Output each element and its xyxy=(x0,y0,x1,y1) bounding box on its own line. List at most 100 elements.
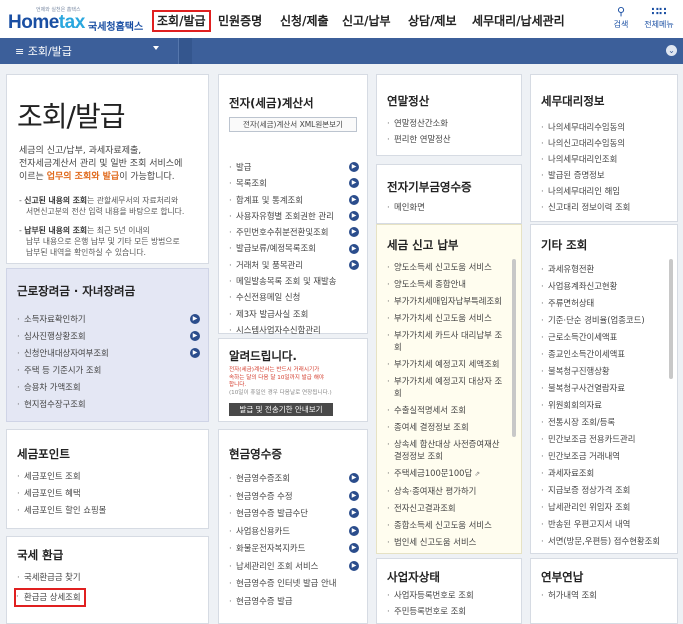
list-item[interactable]: 현금영수증 수정 xyxy=(229,488,336,506)
list-item[interactable]: 주민번호수취분전환및조회 xyxy=(229,224,336,241)
arrow-right-icon[interactable]: ▶ xyxy=(349,490,359,501)
nav-item-3[interactable]: 신고/납부 xyxy=(342,10,391,32)
xml-view-button[interactable]: 전자(세금)계산서 XML원본보기 xyxy=(229,117,357,132)
scrollbar[interactable] xyxy=(669,259,673,379)
list-item[interactable]: 허가내역 조회 xyxy=(541,587,597,603)
list-item[interactable]: 상속세 합산대상 사전증여재산 결정정보 조회 xyxy=(387,438,507,462)
list-item[interactable]: 위원회회의자료 xyxy=(541,397,660,414)
arrow-right-icon[interactable]: ▶ xyxy=(349,243,359,254)
all-menu-button[interactable]: ∷∷ 전체메뉴 xyxy=(639,5,679,30)
list-item[interactable]: 제3자 발급사실 조회 xyxy=(229,306,336,323)
list-item[interactable]: 소득자료확인하기 xyxy=(17,311,109,328)
list-item[interactable]: 나의세무대리인조회 xyxy=(541,151,630,167)
list-item[interactable]: 메인화면 xyxy=(387,199,425,215)
list-item[interactable]: 편리한 연말정산 xyxy=(387,131,451,147)
list-item[interactable]: 불복청구진행상황 xyxy=(541,363,660,380)
list-item[interactable]: 나의세무대리인 해임 xyxy=(541,183,630,199)
list-item[interactable]: 현금영수증 발급 xyxy=(229,593,336,611)
list-item[interactable]: 메일발송목록 조회 및 재발송 xyxy=(229,273,336,290)
list-item[interactable]: 현금영수증조회 xyxy=(229,470,336,488)
collapse-icon[interactable]: ⌄ xyxy=(666,45,677,56)
list-item[interactable]: 부가가치세매입자납부특례조회 xyxy=(387,295,507,307)
arrow-right-icon[interactable]: ▶ xyxy=(349,543,359,553)
arrow-right-icon[interactable]: ▶ xyxy=(349,560,359,571)
list-item[interactable]: 양도소득세 신고도움 서비스 xyxy=(387,261,507,273)
list-item[interactable]: 불복청구사건열람자료 xyxy=(541,380,660,397)
list-item[interactable]: 세금포인트 할인 쇼핑몰 xyxy=(17,502,106,519)
list-item[interactable]: 종여세 결정정보 조회 xyxy=(387,421,507,433)
nav-item-4[interactable]: 상담/제보 xyxy=(408,10,457,32)
list-item[interactable]: 부가가치세 예정고지 대상자 조회 xyxy=(387,375,507,399)
list-item[interactable]: 합계표 및 통계조회 xyxy=(229,192,336,209)
list-item[interactable]: 세금포인트 혜택 xyxy=(17,485,106,502)
list-item[interactable]: 민간보조금 전용카드관리 xyxy=(541,431,660,448)
list-item[interactable]: 부가가치세 신고도움 서비스 xyxy=(387,312,507,324)
list-item[interactable]: 서면(방문,우편등) 접수현황조회 xyxy=(541,533,660,550)
arrow-right-icon[interactable]: ▶ xyxy=(349,162,359,172)
list-item[interactable]: 부가가치세 카드사 대리납부 조회 xyxy=(387,329,507,353)
list-item[interactable]: 법인세 중간예납 신고도움 서비스 xyxy=(387,553,507,554)
list-item[interactable]: 양도소득세 종합안내 xyxy=(387,278,507,290)
list-item[interactable]: 주택세금100문100답⇗ xyxy=(387,467,507,480)
list-item[interactable]: 납세관리인 위임자 조회 xyxy=(541,499,660,516)
list-item[interactable]: 반송된 우편고지서 내역 xyxy=(541,516,660,533)
list-item[interactable]: 과세유형전환 xyxy=(541,261,660,278)
chevron-down-icon[interactable] xyxy=(153,46,159,50)
list-item[interactable]: 민간보조금 거래내역 xyxy=(541,448,660,465)
list-item[interactable]: 나의신고대리수임동의 xyxy=(541,135,630,151)
list-item[interactable]: 승용차 가액조회 xyxy=(17,379,109,396)
list-item[interactable]: 상속·종여재산 평가하기 xyxy=(387,485,507,497)
list-item[interactable]: 수출실적명세서 조회 xyxy=(387,404,507,416)
list-item[interactable]: 사업용계좌신고현황 xyxy=(541,278,660,295)
list-item[interactable]: 화물운전자복지카드 xyxy=(229,540,336,558)
list-item[interactable]: 환급금 상세조회 xyxy=(14,588,86,607)
scrollbar[interactable] xyxy=(512,259,516,437)
list-item[interactable]: 주민등록번호로 조회 xyxy=(387,603,474,619)
list-item[interactable]: 지급보증 정상가격 조회 xyxy=(541,482,660,499)
list-item[interactable]: 사업자등록번호로 조회 xyxy=(387,587,474,603)
list-item[interactable]: 주택 등 기준시가 조회 xyxy=(17,362,109,379)
list-item[interactable]: 연말정산간소화 xyxy=(387,115,451,131)
nav-item-1[interactable]: 민원증명 xyxy=(218,10,262,32)
list-item[interactable]: 심사진행상황조회 xyxy=(17,328,109,345)
list-item[interactable]: 현금영수증 발급수단 xyxy=(229,505,336,523)
list-item[interactable]: 사용자유형별 조회권한 관리 xyxy=(229,208,336,225)
list-item[interactable]: 사업용신용카드 xyxy=(229,523,336,541)
search-button[interactable]: ⚲ 검색 xyxy=(609,5,633,30)
list-item[interactable]: 기준·단순 경비율(업종코드) xyxy=(541,312,660,329)
arrow-right-icon[interactable]: ▶ xyxy=(190,331,200,341)
list-item[interactable]: 신청안내대상자여부조회 xyxy=(17,345,109,362)
list-item[interactable]: 종합소득세 신고도움 서비스 xyxy=(387,519,507,531)
arrow-right-icon[interactable]: ▶ xyxy=(349,525,359,536)
list-item[interactable]: 전자신고결과조회 xyxy=(387,502,507,514)
arrow-right-icon[interactable]: ▶ xyxy=(349,178,359,189)
list-item[interactable]: 근로소득간이세액표 xyxy=(541,329,660,346)
list-item[interactable]: 법인세 신고도움 서비스 xyxy=(387,536,507,548)
list-item[interactable]: 발급된 증명정보 xyxy=(541,167,630,183)
arrow-right-icon[interactable]: ▶ xyxy=(349,473,359,483)
list-item[interactable]: 부가가치세 예정고지 세액조회 xyxy=(387,358,507,370)
arrow-right-icon[interactable]: ▶ xyxy=(349,508,359,518)
list-item[interactable]: 거래처 및 품목관리 xyxy=(229,257,336,274)
menu-bar-title[interactable]: ≡ 조회/발급 xyxy=(15,43,72,59)
arrow-right-icon[interactable]: ▶ xyxy=(190,348,200,358)
list-item[interactable]: 발급보류/예정목록조회 xyxy=(229,240,336,257)
list-item[interactable]: 세금포인트 조회 xyxy=(17,468,106,485)
list-item[interactable]: 현지점수장구조회 xyxy=(17,396,109,413)
nav-item-0[interactable]: 조회/발급 xyxy=(152,10,211,32)
list-item[interactable]: 과세자료조회 xyxy=(541,465,660,482)
nav-item-2[interactable]: 신청/제출 xyxy=(280,10,329,32)
arrow-right-icon[interactable]: ▶ xyxy=(349,259,359,270)
list-item[interactable]: 나의세무대리수임동의 xyxy=(541,119,630,135)
arrow-right-icon[interactable]: ▶ xyxy=(190,314,200,324)
list-item[interactable]: 수신전용메일 신청 xyxy=(229,289,336,306)
list-item[interactable]: 전통시장 조회/등록 xyxy=(541,414,660,431)
arrow-right-icon[interactable]: ▶ xyxy=(349,210,359,221)
list-item[interactable]: 목록조회 xyxy=(229,175,336,192)
nav-item-5[interactable]: 세무대리/납세관리 xyxy=(472,10,565,32)
list-item[interactable]: 현금영수증 인터넷 발급 안내 xyxy=(229,575,336,593)
list-item[interactable]: 국세환급금 찾기 xyxy=(17,569,86,586)
list-item[interactable]: 신고대리 정보이력 조회 xyxy=(541,199,630,215)
list-item[interactable]: 종교인소득간이세액표 xyxy=(541,346,660,363)
arrow-right-icon[interactable]: ▶ xyxy=(349,227,359,238)
